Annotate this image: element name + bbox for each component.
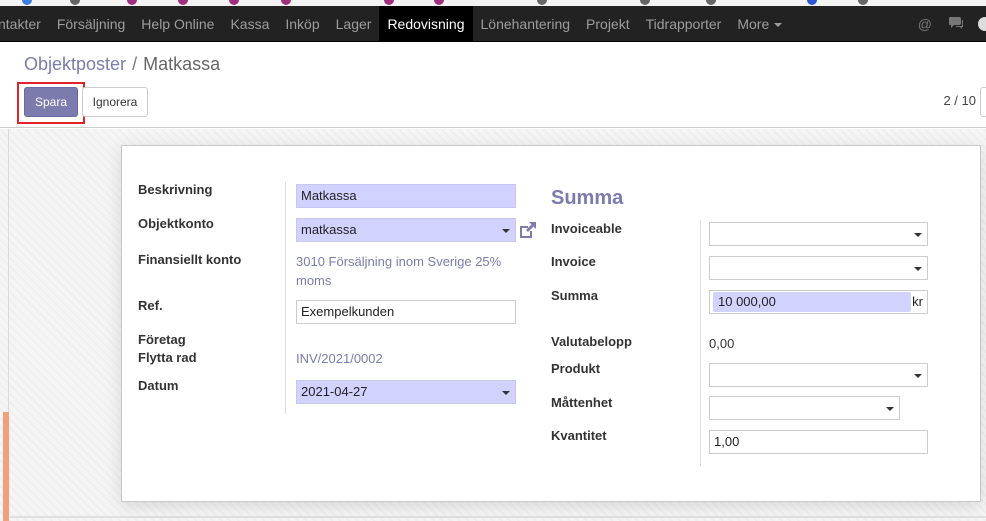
menu-item-purchase[interactable]: Inköp [277, 6, 327, 42]
menu-item-sales[interactable]: Försäljning [49, 6, 133, 42]
menu-item-pos[interactable]: Kassa [222, 6, 277, 42]
currency-amount-value: 0,00 [709, 336, 735, 351]
menu-item-project[interactable]: Projekt [578, 6, 638, 42]
menu-item-payroll[interactable]: Lönehantering [473, 6, 579, 42]
systray: @ [902, 6, 986, 42]
save-button[interactable]: Spara [24, 87, 78, 117]
tab-favicon [640, 0, 650, 5]
avatar[interactable] [978, 17, 986, 31]
caret-down-icon [502, 391, 510, 395]
tab-favicon [807, 0, 817, 5]
invoice-select[interactable] [709, 256, 928, 280]
external-link-icon[interactable] [518, 221, 538, 239]
tab-favicon [858, 0, 868, 5]
invoiceable-label: Invoiceable [551, 221, 622, 236]
side-indicator [3, 412, 9, 521]
quantity-label: Kvantitet [551, 428, 607, 443]
form-view-background: Beskrivning Objektkonto Finansiellt kont… [0, 129, 986, 521]
caret-down-icon [914, 233, 922, 237]
uom-select[interactable] [709, 396, 900, 420]
tab-favicon [434, 0, 444, 5]
tab-favicon [229, 0, 239, 5]
caret-down-icon [502, 229, 510, 233]
amount-value: 10 000,00 [713, 292, 911, 312]
breadcrumb-current: Matkassa [143, 54, 221, 74]
menu-item-help-online[interactable]: Help Online [133, 6, 222, 42]
app-menu: ntakter Försäljning Help Online Kassa In… [0, 6, 790, 42]
currency-symbol: kr [912, 294, 923, 309]
menu-item-more[interactable]: More [729, 6, 790, 42]
move-line-label: Flytta rad [138, 350, 197, 365]
description-input[interactable]: Matkassa [296, 184, 516, 208]
account-label: Objektkonto [138, 216, 214, 231]
caret-down-icon [774, 23, 783, 27]
financial-account-label: Finansiellt konto [138, 252, 242, 267]
column-divider [700, 220, 701, 466]
column-divider [285, 182, 286, 414]
caret-down-icon [886, 407, 894, 411]
account-value: matkassa [301, 222, 357, 237]
tab-favicon [281, 0, 291, 5]
discard-button[interactable]: Ignorera [82, 87, 148, 117]
invoice-label: Invoice [551, 254, 596, 269]
financial-account-link[interactable]: 3010 Försäljning inom Sverige 25% moms [296, 252, 516, 290]
invoiceable-select[interactable] [709, 222, 928, 246]
breadcrumb-parent-link[interactable]: Objektposter [24, 54, 126, 74]
at-icon[interactable]: @ [918, 16, 932, 32]
date-value: 2021-04-27 [301, 384, 368, 399]
ref-label: Ref. [138, 298, 163, 313]
company-label: Företag [138, 332, 186, 347]
product-label: Produkt [551, 361, 601, 376]
amount-label: Summa [551, 288, 598, 303]
date-picker[interactable]: 2021-04-27 [296, 380, 516, 404]
tab-favicon [127, 0, 137, 5]
tab-favicon [384, 0, 394, 5]
form-sheet: Beskrivning Objektkonto Finansiellt kont… [121, 145, 981, 502]
ref-input[interactable]: Exempelkunden [296, 300, 516, 324]
amount-section-title: Summa [551, 187, 624, 209]
tab-favicon [22, 0, 32, 5]
amount-input[interactable]: 10 000,00 kr [709, 290, 928, 314]
account-select[interactable]: matkassa [296, 218, 516, 242]
control-panel: Objektposter / Matkassa Spara Ignorera 2 /… [0, 42, 986, 128]
chat-icon[interactable] [948, 16, 964, 33]
description-label: Beskrivning [138, 182, 213, 197]
menu-item-timesheets[interactable]: Tidrapporter [638, 6, 730, 42]
caret-down-icon [914, 374, 922, 378]
tab-favicon [537, 0, 547, 5]
tab-favicon [178, 0, 188, 5]
product-select[interactable] [709, 363, 928, 387]
pager-previous-button[interactable] [980, 87, 986, 117]
main-navbar: ntakter Försäljning Help Online Kassa In… [0, 6, 986, 42]
tab-favicon [706, 0, 716, 5]
quantity-input[interactable]: 1,00 [709, 430, 928, 454]
move-line-link[interactable]: INV/2021/0002 [296, 349, 383, 368]
menu-item-contacts[interactable]: ntakter [0, 6, 49, 42]
divider [10, 516, 986, 518]
breadcrumb: Objektposter / Matkassa [24, 54, 220, 75]
currency-amount-label: Valutabelopp [551, 334, 632, 349]
tab-favicon [70, 0, 80, 5]
uom-label: Måttenhet [551, 395, 613, 410]
pager-value: 2 / 10 [943, 93, 976, 108]
date-label: Datum [138, 378, 179, 393]
menu-item-inventory[interactable]: Lager [328, 6, 380, 42]
more-label: More [737, 16, 770, 32]
caret-down-icon [914, 267, 922, 271]
menu-item-accounting[interactable]: Redovisning [379, 6, 473, 42]
breadcrumb-separator: / [132, 54, 138, 74]
